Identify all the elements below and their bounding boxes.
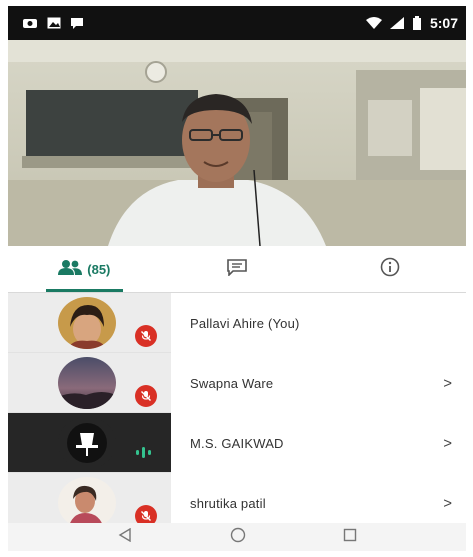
participant-tab-bar: (85) [8, 246, 466, 293]
speaking-indicator-icon [136, 447, 151, 458]
speaker-video-image [8, 40, 466, 246]
participant-tile [8, 293, 171, 353]
chevron-right-icon[interactable]: > [443, 495, 452, 512]
tab-info[interactable] [313, 246, 466, 292]
people-count: (85) [87, 261, 111, 277]
tab-people[interactable]: (85) [8, 246, 161, 292]
chevron-right-icon[interactable]: > [443, 435, 452, 452]
battery-icon [412, 16, 422, 30]
system-nav-bar [8, 523, 466, 551]
main-video-feed[interactable] [8, 40, 466, 246]
participant-name: M.S. GAIKWAD [190, 435, 284, 451]
avatar [58, 297, 116, 349]
participant-name: Pallavi Ahire (You) [190, 315, 300, 331]
active-tab-indicator [46, 289, 123, 292]
participant-list: Pallavi Ahire (You) Swapna Ware > M.S. G… [8, 293, 466, 533]
mic-off-icon [135, 325, 157, 347]
participant-row[interactable]: M.S. GAIKWAD > [8, 413, 466, 473]
people-icon [58, 259, 83, 280]
image-notification-icon [47, 17, 61, 29]
status-time: 5:07 [429, 15, 458, 31]
participant-row[interactable]: Pallavi Ahire (You) [8, 293, 466, 353]
signal-icon [389, 17, 404, 29]
chat-icon [226, 258, 248, 281]
back-icon[interactable] [117, 527, 133, 547]
chevron-right-icon[interactable]: > [443, 375, 452, 392]
participant-tile [8, 413, 171, 473]
avatar [58, 477, 116, 529]
status-bar: 5:07 [8, 6, 466, 40]
wifi-icon [365, 17, 382, 29]
avatar [58, 357, 116, 409]
participant-row[interactable]: Swapna Ware > [8, 353, 466, 413]
phone-screen: 5:07 (85) Pallavi Ahire (You) Swapna War… [8, 6, 466, 551]
avatar [58, 417, 116, 469]
tab-chat[interactable] [161, 246, 314, 292]
recents-icon[interactable] [343, 528, 357, 547]
mic-off-icon [135, 385, 157, 407]
participant-name: shrutika patil [190, 495, 266, 511]
participant-name: Swapna Ware [190, 375, 274, 391]
home-icon[interactable] [230, 527, 246, 548]
participant-tile [8, 353, 171, 413]
info-icon [380, 257, 400, 282]
camera-notification-icon [22, 17, 38, 29]
chat-notification-icon [70, 17, 84, 30]
